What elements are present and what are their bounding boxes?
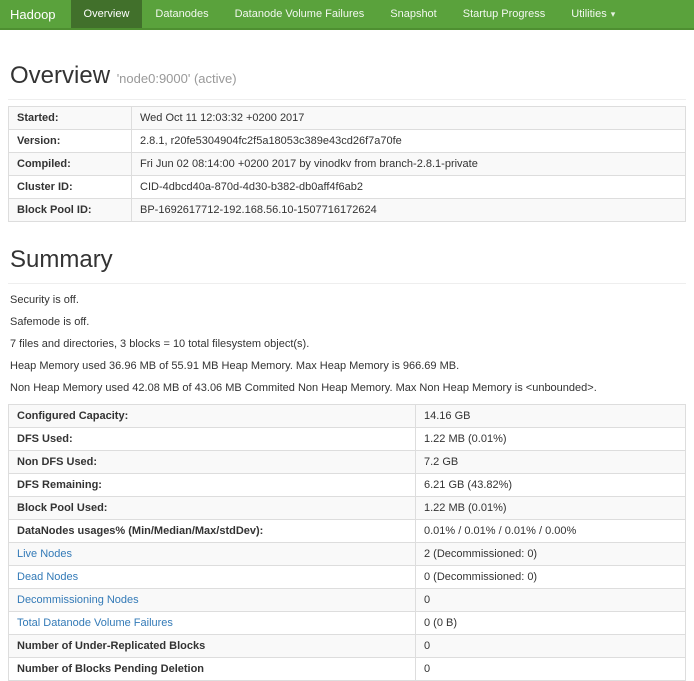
stat-label-under-replicated-blocks: Number of Under-Replicated Blocks: [9, 635, 416, 658]
table-row: Number of Blocks Pending Deletion 0: [9, 658, 686, 681]
info-value-compiled: Fri Jun 02 08:14:00 +0200 2017 by vinodk…: [132, 153, 686, 176]
stat-value-dead-nodes: 0 (Decommissioned: 0): [416, 566, 686, 589]
divider: [8, 283, 686, 284]
nav-tab-datanode-volume-failures[interactable]: Datanode Volume Failures: [222, 0, 378, 28]
info-label-cluster-id: Cluster ID:: [9, 176, 132, 199]
summary-heading: Summary: [10, 246, 686, 274]
top-navbar: Hadoop Overview Datanodes Datanode Volum…: [0, 0, 694, 30]
page-content: Overview 'node0:9000' (active) Started: …: [0, 62, 694, 681]
total-datanode-volume-failures-link[interactable]: Total Datanode Volume Failures: [17, 617, 173, 629]
nav-tab-utilities[interactable]: Utilities ▾: [558, 0, 628, 28]
stat-label-non-dfs-used: Non DFS Used:: [9, 451, 416, 474]
overview-title: Overview: [10, 62, 110, 89]
stat-label-datanode-usages: DataNodes usages% (Min/Median/Max/stdDev…: [9, 520, 416, 543]
stat-value-volume-failures: 0 (0 B): [416, 612, 686, 635]
stat-value-live-nodes: 2 (Decommissioned: 0): [416, 543, 686, 566]
stat-value-dfs-remaining: 6.21 GB (43.82%): [416, 474, 686, 497]
stat-value-block-pool-used: 1.22 MB (0.01%): [416, 497, 686, 520]
dead-nodes-link[interactable]: Dead Nodes: [17, 571, 78, 583]
table-row: Total Datanode Volume Failures 0 (0 B): [9, 612, 686, 635]
live-nodes-link[interactable]: Live Nodes: [17, 548, 72, 560]
nav-tab-snapshot[interactable]: Snapshot: [377, 0, 449, 28]
info-value-started: Wed Oct 11 12:03:32 +0200 2017: [132, 107, 686, 130]
info-label-started: Started:: [9, 107, 132, 130]
stat-label-dfs-used: DFS Used:: [9, 428, 416, 451]
stat-value-dfs-used: 1.22 MB (0.01%): [416, 428, 686, 451]
stat-value-under-replicated-blocks: 0: [416, 635, 686, 658]
overview-info-table: Started: Wed Oct 11 12:03:32 +0200 2017 …: [8, 106, 686, 222]
brand-hadoop[interactable]: Hadoop: [0, 0, 71, 28]
overview-subtitle: 'node0:9000' (active): [117, 71, 237, 86]
table-row: Dead Nodes 0 (Decommissioned: 0): [9, 566, 686, 589]
info-label-compiled: Compiled:: [9, 153, 132, 176]
table-row: Version: 2.8.1, r20fe5304904fc2f5a18053c…: [9, 130, 686, 153]
stat-value-non-dfs-used: 7.2 GB: [416, 451, 686, 474]
info-value-cluster-id: CID-4dbcd40a-870d-4d30-b382-db0aff4f6ab2: [132, 176, 686, 199]
stat-value-datanode-usages: 0.01% / 0.01% / 0.01% / 0.00%: [416, 520, 686, 543]
table-row: Configured Capacity: 14.16 GB: [9, 405, 686, 428]
stat-label-dfs-remaining: DFS Remaining:: [9, 474, 416, 497]
stat-label-block-pool-used: Block Pool Used:: [9, 497, 416, 520]
nav-tab-datanodes[interactable]: Datanodes: [142, 0, 221, 28]
summary-line-filesystem-objects: 7 files and directories, 3 blocks = 10 t…: [10, 338, 684, 350]
table-row: DataNodes usages% (Min/Median/Max/stdDev…: [9, 520, 686, 543]
summary-line-heap-memory: Heap Memory used 36.96 MB of 55.91 MB He…: [10, 360, 684, 372]
summary-stats-table: Configured Capacity: 14.16 GB DFS Used: …: [8, 404, 686, 681]
table-row: Compiled: Fri Jun 02 08:14:00 +0200 2017…: [9, 153, 686, 176]
info-value-version: 2.8.1, r20fe5304904fc2f5a18053c389e43cd2…: [132, 130, 686, 153]
table-row: Started: Wed Oct 11 12:03:32 +0200 2017: [9, 107, 686, 130]
summary-line-non-heap-memory: Non Heap Memory used 42.08 MB of 43.06 M…: [10, 382, 684, 394]
decommissioning-nodes-link[interactable]: Decommissioning Nodes: [17, 594, 139, 606]
nav-tab-startup-progress[interactable]: Startup Progress: [450, 0, 559, 28]
stat-value-configured-capacity: 14.16 GB: [416, 405, 686, 428]
table-row: Number of Under-Replicated Blocks 0: [9, 635, 686, 658]
table-row: Decommissioning Nodes 0: [9, 589, 686, 612]
table-row: Non DFS Used: 7.2 GB: [9, 451, 686, 474]
overview-heading: Overview 'node0:9000' (active): [10, 62, 686, 90]
table-row: Block Pool Used: 1.22 MB (0.01%): [9, 497, 686, 520]
table-row: Block Pool ID: BP-1692617712-192.168.56.…: [9, 199, 686, 222]
summary-line-security: Security is off.: [10, 294, 684, 306]
info-label-version: Version:: [9, 130, 132, 153]
info-label-block-pool-id: Block Pool ID:: [9, 199, 132, 222]
table-row: DFS Used: 1.22 MB (0.01%): [9, 428, 686, 451]
stat-value-blocks-pending-deletion: 0: [416, 658, 686, 681]
info-value-block-pool-id: BP-1692617712-192.168.56.10-150771617262…: [132, 199, 686, 222]
caret-down-icon: ▾: [611, 9, 616, 20]
stat-label-blocks-pending-deletion: Number of Blocks Pending Deletion: [9, 658, 416, 681]
nav-tab-overview[interactable]: Overview: [71, 0, 143, 28]
table-row: Live Nodes 2 (Decommissioned: 0): [9, 543, 686, 566]
divider: [8, 99, 686, 100]
stat-value-decommissioning-nodes: 0: [416, 589, 686, 612]
stat-label-configured-capacity: Configured Capacity:: [9, 405, 416, 428]
table-row: DFS Remaining: 6.21 GB (43.82%): [9, 474, 686, 497]
table-row: Cluster ID: CID-4dbcd40a-870d-4d30-b382-…: [9, 176, 686, 199]
nav-tab-utilities-label: Utilities: [571, 8, 606, 20]
summary-line-safemode: Safemode is off.: [10, 316, 684, 328]
